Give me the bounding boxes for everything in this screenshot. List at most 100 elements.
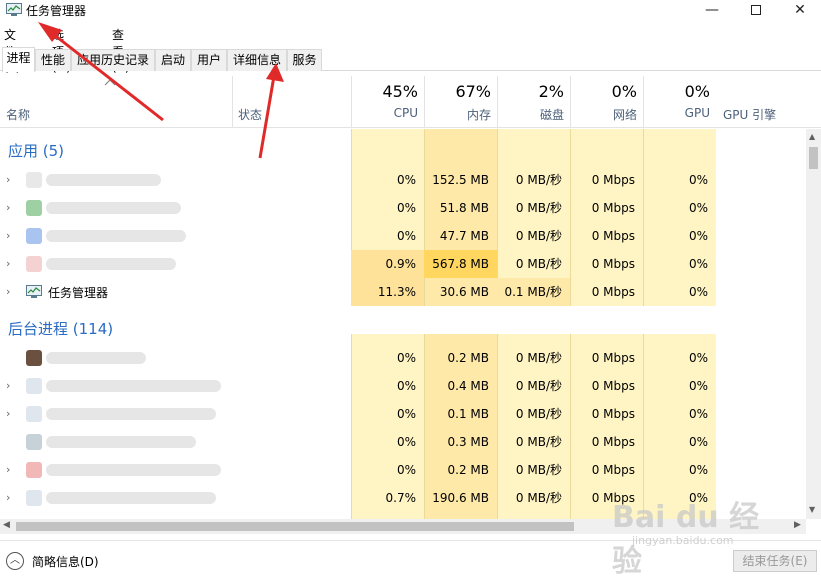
blurred-name [46,380,221,392]
expand-chevron-icon[interactable]: › [6,491,10,504]
memory-cell: 567.8 MB [424,250,497,278]
blurred-name [46,464,221,476]
memory-cell: 47.7 MB [439,229,489,243]
process-icon [26,462,42,478]
table-row[interactable]: 0% 0.2 MB 0 MB/秒 0 Mbps 0% [0,344,806,372]
tab-users[interactable]: 用户 [191,49,227,71]
network-cell: 0 Mbps [591,229,635,243]
expand-chevron-icon[interactable]: › [6,201,10,214]
app-icon [26,256,42,272]
disk-cell: 0 MB/秒 [515,435,562,449]
end-task-button[interactable]: 结束任务(E) [733,550,817,572]
header-memory[interactable]: 67% 内存 [424,76,497,128]
memory-cell: 190.6 MB [432,491,489,505]
table-row[interactable]: › 0% 47.7 MB 0 MB/秒 0 Mbps 0% [0,222,806,250]
maximize-icon [751,5,761,15]
memory-cell: 152.5 MB [432,173,489,187]
section-background-processes: 后台进程 (114) [8,320,114,338]
disk-cell: 0 MB/秒 [515,491,562,505]
cpu-cell: 0% [396,173,416,187]
gpu-cell: 0% [688,201,708,215]
table-row[interactable]: › 0% 152.5 MB 0 MB/秒 0 Mbps 0% [0,166,806,194]
disk-cell: 0 MB/秒 [515,257,562,271]
tab-startup[interactable]: 启动 [155,49,191,71]
table-row[interactable]: › 0% 51.8 MB 0 MB/秒 0 Mbps 0% [0,194,806,222]
process-list: 应用 (5) › 0% 152.5 MB 0 MB/秒 0 Mbps 0% › … [0,129,806,519]
sort-up-chevron-icon[interactable] [104,78,116,86]
expand-chevron-icon[interactable]: › [6,463,10,476]
expand-chevron-icon[interactable]: › [6,173,10,186]
network-percent: 0% [611,82,637,101]
minimize-button[interactable]: — [690,0,734,22]
fewer-details-link[interactable]: 简略信息(D) [32,553,99,570]
table-row-task-manager[interactable]: › 任务管理器 11.3% 30.6 MB 0.1 MB/秒 0 Mbps 0% [0,278,806,306]
horizontal-scroll-thumb[interactable] [16,522,574,531]
cpu-label: CPU [393,106,418,120]
header-gpu-engine[interactable]: GPU 引擎 [723,106,776,123]
table-row[interactable]: › 0% 0.2 MB 0 MB/秒 0 Mbps 0% [0,456,806,484]
expand-chevron-icon[interactable]: › [6,379,10,392]
network-cell: 0 Mbps [591,173,635,187]
cpu-cell: 0.7% [385,491,417,505]
blurred-name [46,408,216,420]
vertical-scrollbar[interactable]: ▲ ▼ [806,129,821,519]
header-disk[interactable]: 2% 磁盘 [497,76,570,128]
gpu-percent: 0% [684,82,710,101]
process-name: 任务管理器 [48,286,109,300]
table-row[interactable]: › 0% 0.4 MB 0 MB/秒 0 Mbps 0% [0,372,806,400]
header-gpu[interactable]: 0% GPU [643,76,716,128]
cpu-cell: 11.3% [351,278,424,306]
scroll-left-icon[interactable]: ◀ [3,520,10,530]
scroll-up-icon[interactable]: ▲ [809,132,815,141]
disk-label: 磁盘 [539,108,564,122]
blurred-name [46,230,186,242]
cpu-percent: 45% [382,82,418,101]
tab-details[interactable]: 详细信息 [227,49,287,71]
tab-strip: 进程 性能 应用历史记录 启动 用户 详细信息 服务 [0,46,821,72]
disk-cell: 0.1 MB/秒 [497,278,570,306]
header-status[interactable]: 状态 [238,106,262,123]
header-cpu[interactable]: 45% CPU [351,76,424,128]
network-cell: 0 Mbps [591,201,635,215]
vertical-scroll-thumb[interactable] [809,147,818,169]
memory-cell: 0.1 MB [447,407,489,421]
process-icon [26,434,42,450]
cpu-cell: 0% [396,229,416,243]
collapse-chevron-icon[interactable]: ︿ [6,552,24,570]
table-row[interactable]: 0% 0.3 MB 0 MB/秒 0 Mbps 0% [0,428,806,456]
scroll-right-icon[interactable]: ▶ [794,520,801,530]
blurred-name [46,258,176,270]
gpu-cell: 0% [688,173,708,187]
gpu-cell: 0% [688,407,708,421]
tab-performance[interactable]: 性能 [35,49,71,71]
disk-cell: 0 MB/秒 [515,351,562,365]
gpu-cell: 0% [688,351,708,365]
table-row[interactable]: › 0.7% 190.6 MB 0 MB/秒 0 Mbps 0% [0,484,806,512]
memory-cell: 51.8 MB [439,201,489,215]
table-row[interactable]: › 0% 0.1 MB 0 MB/秒 0 Mbps 0% [0,400,806,428]
scroll-down-icon[interactable]: ▼ [809,505,815,514]
gpu-label: GPU [684,106,710,120]
expand-chevron-icon[interactable]: › [6,229,10,242]
tab-services[interactable]: 服务 [287,49,322,71]
network-cell: 0 Mbps [591,379,635,393]
window-title: 任务管理器 [26,4,87,18]
process-icon [26,406,42,422]
task-manager-icon [26,285,42,298]
expand-chevron-icon[interactable]: › [6,407,10,420]
table-row[interactable]: › 0.9% 567.8 MB 0 MB/秒 0 Mbps 0% [0,250,806,278]
header-name[interactable]: 名称 [6,106,30,123]
header-network[interactable]: 0% 网络 [570,76,643,128]
tab-processes[interactable]: 进程 [2,47,35,72]
gpu-cell: 0% [688,285,708,299]
expand-chevron-icon[interactable]: › [6,285,10,298]
tab-app-history[interactable]: 应用历史记录 [71,49,155,71]
blurred-name [46,352,146,364]
cpu-cell: 0.9% [351,250,424,278]
close-button[interactable]: ✕ [778,0,821,22]
expand-chevron-icon[interactable]: › [6,257,10,270]
network-label: 网络 [612,108,637,122]
maximize-button[interactable] [734,0,778,22]
gpu-cell: 0% [688,379,708,393]
horizontal-scrollbar[interactable]: ◀ ▶ [0,519,806,534]
